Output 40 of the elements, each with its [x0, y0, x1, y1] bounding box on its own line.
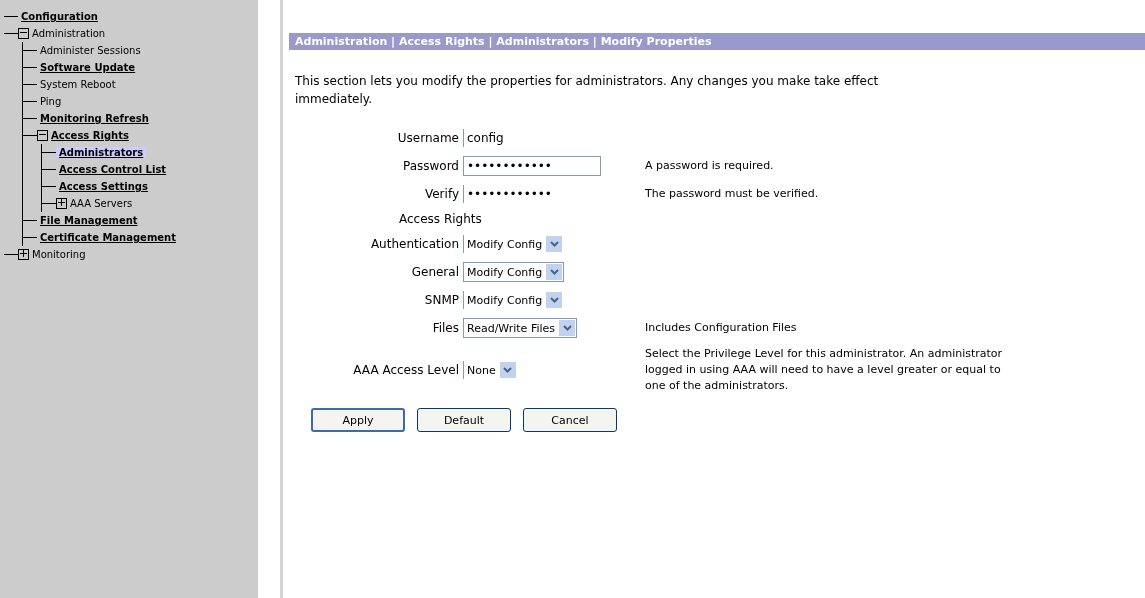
sidebar-item[interactable]: Configuration	[18, 11, 101, 22]
field-label: AAA Access Level	[352, 362, 459, 379]
form-button[interactable]: Cancel	[523, 408, 617, 432]
field-label: SNMP	[423, 292, 459, 309]
sidebar-item[interactable]: Software Update	[37, 62, 139, 73]
field-label: Verify	[423, 186, 459, 203]
expand-toggle-icon[interactable]	[18, 249, 29, 260]
form-button[interactable]: Apply	[311, 408, 405, 432]
section-heading: Access Rights	[398, 212, 483, 226]
sidebar-item[interactable]: Certificate Management	[37, 232, 179, 243]
field-label: General	[410, 264, 459, 281]
sidebar-item[interactable]: Monitoring Refresh	[37, 113, 152, 124]
breadcrumb-header: Administration | Access Rights | Administrators | Modify Properties	[289, 33, 1145, 50]
field-note: The password must be verified.	[644, 186, 820, 202]
intro-text: This section lets you modify the properties for administrators. Any changes you make take effect immediately.	[295, 73, 880, 108]
form-button[interactable]: Default	[417, 408, 511, 432]
field-label: Authentication	[369, 236, 459, 253]
sidebar-item[interactable]: Administer Sessions	[37, 45, 144, 56]
password-field[interactable]: ••••••••••••	[463, 156, 601, 176]
expand-toggle-icon[interactable]	[56, 198, 67, 209]
field-label: Username	[396, 130, 459, 147]
expand-toggle-icon[interactable]	[18, 28, 29, 39]
sidebar-item[interactable]: Monitoring	[29, 249, 89, 260]
sidebar-item[interactable]: AAA Servers	[67, 198, 136, 209]
sidebar-item[interactable]: Administrators	[56, 147, 147, 158]
field-note: A password is required.	[644, 158, 775, 174]
field-note: Includes Configuration Files	[644, 320, 798, 336]
sidebar-item[interactable]: Access Settings	[56, 181, 151, 192]
sidebar-item[interactable]: Access Rights	[48, 130, 132, 141]
sidebar-item[interactable]: Access Control List	[56, 164, 170, 175]
sidebar-item[interactable]: Ping	[37, 96, 65, 107]
dropdown[interactable]: Read/Write Files	[463, 318, 578, 338]
sidebar-item[interactable]: Administration	[29, 28, 109, 39]
sidebar-item[interactable]: File Management	[37, 215, 141, 226]
sidebar-item[interactable]: System Reboot	[37, 79, 119, 90]
dropdown[interactable]: Modify Config	[463, 262, 565, 282]
field-label: Files	[431, 320, 459, 337]
field-label: Password	[401, 158, 459, 175]
expand-toggle-icon[interactable]	[37, 130, 48, 141]
field-note: Select the Privilege Level for this administrator. An administrator logged in using AAA will need to have a level greater or equal to one of the administrators.	[644, 346, 1004, 394]
